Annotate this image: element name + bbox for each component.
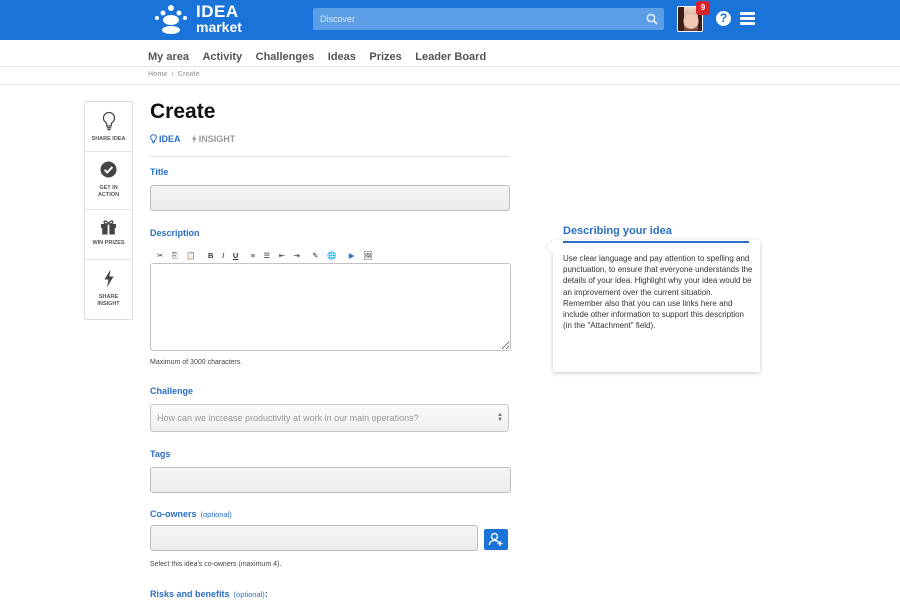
description-hint: Maximum of 3000 characters. (150, 359, 243, 366)
type-tabs: IDEA INSIGHT (150, 134, 235, 144)
title-field (150, 185, 510, 211)
step-label: SHARE IDEA (91, 136, 126, 142)
coowners-hint: Select this idea's co-owners (maximum 4)… (150, 561, 282, 568)
underline-button[interactable]: U (233, 251, 238, 260)
tabs-divider (150, 156, 510, 157)
help-panel-underline (563, 241, 749, 243)
bold-button[interactable]: B (208, 251, 213, 260)
breadcrumb-home[interactable]: Home (148, 71, 167, 78)
challenge-label: Challenge (150, 386, 194, 396)
tags-label: Tags (150, 449, 171, 459)
tags-input[interactable] (151, 468, 510, 492)
risks-colon: : (264, 589, 268, 599)
risks-label: Risks and benefits (optional): (150, 589, 268, 599)
check-circle-icon (100, 161, 117, 178)
video-icon[interactable]: ▶ (349, 251, 355, 260)
nav-leader-board[interactable]: Leader Board (415, 51, 486, 63)
logo-text-market: market (196, 19, 242, 35)
select-arrows-icon: ▲ ▼ (497, 412, 503, 423)
help-panel-pointer (546, 240, 553, 254)
step-label: INSIGHT (97, 301, 120, 307)
tab-idea[interactable]: IDEA (150, 134, 183, 144)
lightbulb-icon (102, 111, 115, 131)
coowners-label: Co-owners (optional) (150, 509, 232, 519)
nav-my-area[interactable]: My area (148, 51, 189, 63)
edit-link-icon[interactable]: ✎ (312, 251, 318, 260)
help-icon[interactable]: ? (716, 11, 731, 26)
nav-challenges[interactable]: Challenges (256, 51, 315, 63)
outdent-icon[interactable]: ⇤ (279, 251, 285, 260)
challenge-select[interactable]: How can we increase productivity at work… (150, 404, 509, 432)
italic-button[interactable]: I (222, 251, 225, 260)
bolt-icon (191, 134, 197, 144)
image-icon[interactable]: 🖼 (363, 251, 373, 260)
indent-icon[interactable]: ⇥ (293, 251, 299, 260)
breadcrumb-divider (0, 84, 900, 85)
help-panel-text: Use clear language and pay attention to … (563, 254, 753, 331)
help-panel-title: Describing your idea (563, 225, 672, 237)
breadcrumb-separator: › (171, 71, 174, 78)
step-win-prizes[interactable]: WIN PRIZES (85, 210, 132, 260)
tab-insight[interactable]: INSIGHT (191, 134, 236, 144)
challenge-selected-value: How can we increase productivity at work… (157, 413, 419, 423)
step-label: WIN PRIZES (92, 240, 125, 246)
risks-optional: (optional) (233, 590, 265, 599)
step-label: ACTION (97, 192, 120, 198)
copy-icon[interactable]: ⎘ (172, 251, 178, 261)
tab-insight-label: INSIGHT (198, 134, 236, 144)
step-share-insight[interactable]: SHARE INSIGHT (85, 260, 132, 319)
add-user-icon (488, 532, 503, 546)
globe-link-icon[interactable]: 🌐 (327, 251, 336, 260)
step-get-in-action[interactable]: GET IN ACTION (85, 152, 132, 210)
coowners-label-text: Co-owners (150, 509, 197, 519)
nav-activity[interactable]: Activity (202, 51, 242, 63)
gift-icon (101, 220, 116, 235)
top-bar: IDEA market 9 ? (0, 0, 900, 40)
title-label: Title (150, 167, 169, 177)
logo-text-idea: IDEA (196, 2, 239, 21)
cut-icon[interactable]: ✂ (157, 251, 163, 260)
nav-divider (0, 66, 900, 67)
logo-icon (155, 5, 187, 34)
tab-idea-label: IDEA (159, 134, 181, 144)
paste-icon[interactable]: 📋 (186, 251, 195, 260)
description-label: Description (150, 228, 200, 238)
description-textarea[interactable] (151, 264, 510, 350)
bullet-list-icon[interactable]: ☰ (264, 251, 271, 260)
risks-label-text: Risks and benefits (150, 589, 230, 599)
search-input[interactable] (313, 8, 643, 30)
title-input[interactable] (151, 186, 509, 210)
breadcrumb-current: Create (177, 71, 200, 78)
tags-field (150, 467, 511, 493)
notification-badge[interactable]: 9 (696, 1, 710, 15)
editor-toolbar: ✂ ⎘ 📋 B I U ≡ ☰ ⇤ ⇥ ✎ 🌐 ▶ 🖼 (157, 247, 377, 261)
search-icon[interactable] (646, 13, 658, 25)
coowners-field (150, 525, 478, 551)
main-nav: My area Activity Challenges Ideas Prizes… (148, 47, 495, 63)
bolt-icon (104, 269, 113, 288)
search-box (313, 8, 664, 30)
step-label: SHARE (98, 294, 119, 300)
lightbulb-icon (150, 134, 157, 144)
step-share-idea[interactable]: SHARE IDEA (85, 102, 132, 152)
breadcrumb: Home › Create (148, 71, 200, 78)
nav-ideas[interactable]: Ideas (328, 51, 356, 63)
hamburger-menu-icon[interactable] (740, 12, 755, 25)
add-coowner-button[interactable] (484, 529, 508, 550)
description-field (150, 263, 511, 351)
coowners-input[interactable] (151, 526, 477, 550)
step-label: GET IN (99, 185, 118, 191)
page-title: Create (150, 100, 216, 123)
numbered-list-icon[interactable]: ≡ (251, 251, 255, 260)
coowners-optional: (optional) (200, 510, 232, 519)
nav-prizes[interactable]: Prizes (369, 51, 401, 63)
step-sidebar: SHARE IDEA GET IN ACTION WIN PRIZES SHAR… (84, 101, 133, 320)
